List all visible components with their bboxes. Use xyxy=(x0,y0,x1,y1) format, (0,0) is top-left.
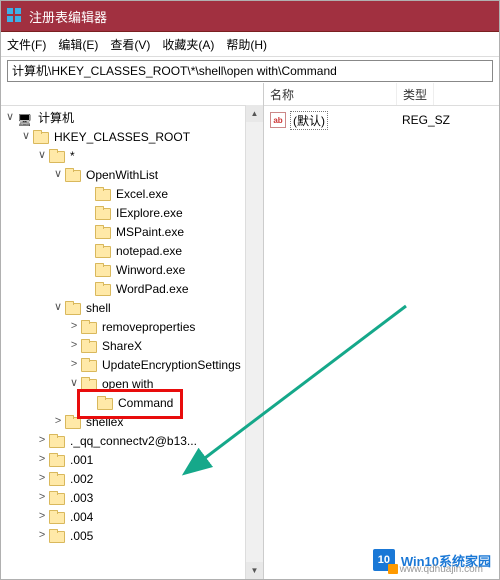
tree-node[interactable]: IExplore.exe xyxy=(114,204,185,222)
menu-view[interactable]: 查看(V) xyxy=(110,36,150,53)
folder-icon xyxy=(81,320,97,334)
twisty-icon[interactable]: > xyxy=(35,508,49,526)
twisty-icon[interactable]: > xyxy=(67,318,81,336)
twisty-icon[interactable]: > xyxy=(35,470,49,488)
list-row[interactable]: ab (默认) REG_SZ xyxy=(264,110,499,130)
window-titlebar: 注册表编辑器 xyxy=(1,1,499,32)
folder-icon xyxy=(81,358,97,372)
tree-node-computer[interactable]: 计算机 xyxy=(36,109,76,127)
twisty-icon[interactable]: > xyxy=(35,432,49,450)
tree-node-openwith[interactable]: open with xyxy=(100,375,155,393)
tree-node[interactable]: Winword.exe xyxy=(114,261,187,279)
folder-icon xyxy=(95,244,111,258)
folder-icon xyxy=(95,225,111,239)
scroll-down-icon[interactable]: ▼ xyxy=(246,562,263,579)
folder-icon xyxy=(65,415,81,429)
tree-node[interactable]: removeproperties xyxy=(100,318,197,336)
tree-node[interactable]: Excel.exe xyxy=(114,185,170,203)
folder-icon xyxy=(49,149,65,163)
folder-icon xyxy=(81,339,97,353)
address-bar: 计算机\HKEY_CLASSES_ROOT\*\shell\open with\… xyxy=(1,57,499,86)
list-pane: 名称 类型 ab (默认) REG_SZ xyxy=(264,83,499,579)
folder-icon xyxy=(33,130,49,144)
watermark-url: www.qdhuajin.com xyxy=(400,564,483,575)
tree-node-hkcr[interactable]: HKEY_CLASSES_ROOT xyxy=(52,128,192,146)
tree-scrollbar[interactable]: ▲ ▼ xyxy=(245,105,263,579)
twisty-icon[interactable]: ∨ xyxy=(19,128,33,146)
folder-icon xyxy=(49,491,65,505)
tree-node[interactable]: .005 xyxy=(68,527,95,545)
tree-node[interactable]: .001 xyxy=(68,451,95,469)
scroll-up-icon[interactable]: ▲ xyxy=(246,105,263,122)
watermark-logo: 10 xyxy=(373,549,395,571)
tree-node[interactable]: notepad.exe xyxy=(114,242,184,260)
tree-node[interactable]: ShareX xyxy=(100,337,144,355)
twisty-icon[interactable]: > xyxy=(35,451,49,469)
folder-icon xyxy=(95,206,111,220)
twisty-icon[interactable]: > xyxy=(35,527,49,545)
menu-bar: 文件(F) 编辑(E) 查看(V) 收藏夹(A) 帮助(H) xyxy=(1,32,499,57)
column-type[interactable]: 类型 xyxy=(397,83,434,105)
twisty-icon[interactable]: > xyxy=(51,413,65,431)
tree-node[interactable]: .003 xyxy=(68,489,95,507)
twisty-icon[interactable]: ∨ xyxy=(51,166,65,184)
twisty-icon[interactable]: ∨ xyxy=(35,147,49,165)
watermark: 10 Win10系统家园 www.qdhuajin.com xyxy=(373,549,491,571)
value-type: REG_SZ xyxy=(396,113,456,127)
tree-node[interactable]: .004 xyxy=(68,508,95,526)
tree-node-openwithlist[interactable]: OpenWithList xyxy=(84,166,160,184)
tree-node-star[interactable]: * xyxy=(68,147,77,165)
folder-icon xyxy=(65,168,81,182)
folder-icon xyxy=(49,453,65,467)
twisty-icon[interactable]: > xyxy=(67,337,81,355)
menu-file[interactable]: 文件(F) xyxy=(7,36,46,53)
tree-node-shell[interactable]: shell xyxy=(84,299,113,317)
folder-icon xyxy=(49,434,65,448)
column-name[interactable]: 名称 xyxy=(264,83,397,105)
tree-pane: ∨计算机 ∨HKEY_CLASSES_ROOT ∨* ∨OpenWithList… xyxy=(1,83,264,579)
twisty-icon[interactable]: ∨ xyxy=(3,109,17,127)
tree-node[interactable]: WordPad.exe xyxy=(114,280,191,298)
folder-icon xyxy=(81,377,97,391)
menu-edit[interactable]: 编辑(E) xyxy=(58,36,98,53)
twisty-icon[interactable]: > xyxy=(67,356,81,374)
list-header: 名称 类型 xyxy=(264,83,499,106)
folder-icon xyxy=(49,472,65,486)
folder-icon xyxy=(95,187,111,201)
app-icon xyxy=(7,8,23,24)
tree-node[interactable]: MSPaint.exe xyxy=(114,223,186,241)
tree-node-command[interactable]: Command xyxy=(116,394,175,412)
menu-favorites[interactable]: 收藏夹(A) xyxy=(162,36,214,53)
menu-help[interactable]: 帮助(H) xyxy=(226,36,267,53)
computer-icon xyxy=(17,111,33,125)
value-name: (默认) xyxy=(290,111,328,130)
tree-node[interactable]: .002 xyxy=(68,470,95,488)
twisty-icon[interactable]: ∨ xyxy=(67,375,81,393)
folder-icon xyxy=(95,263,111,277)
folder-icon xyxy=(97,396,113,410)
window-title: 注册表编辑器 xyxy=(29,7,107,26)
tree-node-shellex[interactable]: shellex xyxy=(84,413,125,431)
tree-node-qq[interactable]: ._qq_connectv2@b13... xyxy=(68,432,199,450)
folder-icon xyxy=(49,529,65,543)
tree-header xyxy=(1,83,263,106)
tree-node[interactable]: UpdateEncryptionSettings xyxy=(100,356,243,374)
twisty-icon[interactable]: > xyxy=(35,489,49,507)
folder-icon xyxy=(95,282,111,296)
address-input[interactable]: 计算机\HKEY_CLASSES_ROOT\*\shell\open with\… xyxy=(7,60,493,82)
string-value-icon: ab xyxy=(270,112,286,128)
folder-icon xyxy=(65,301,81,315)
tree-body[interactable]: ∨计算机 ∨HKEY_CLASSES_ROOT ∨* ∨OpenWithList… xyxy=(1,106,263,547)
twisty-icon[interactable]: ∨ xyxy=(51,299,65,317)
folder-icon xyxy=(49,510,65,524)
